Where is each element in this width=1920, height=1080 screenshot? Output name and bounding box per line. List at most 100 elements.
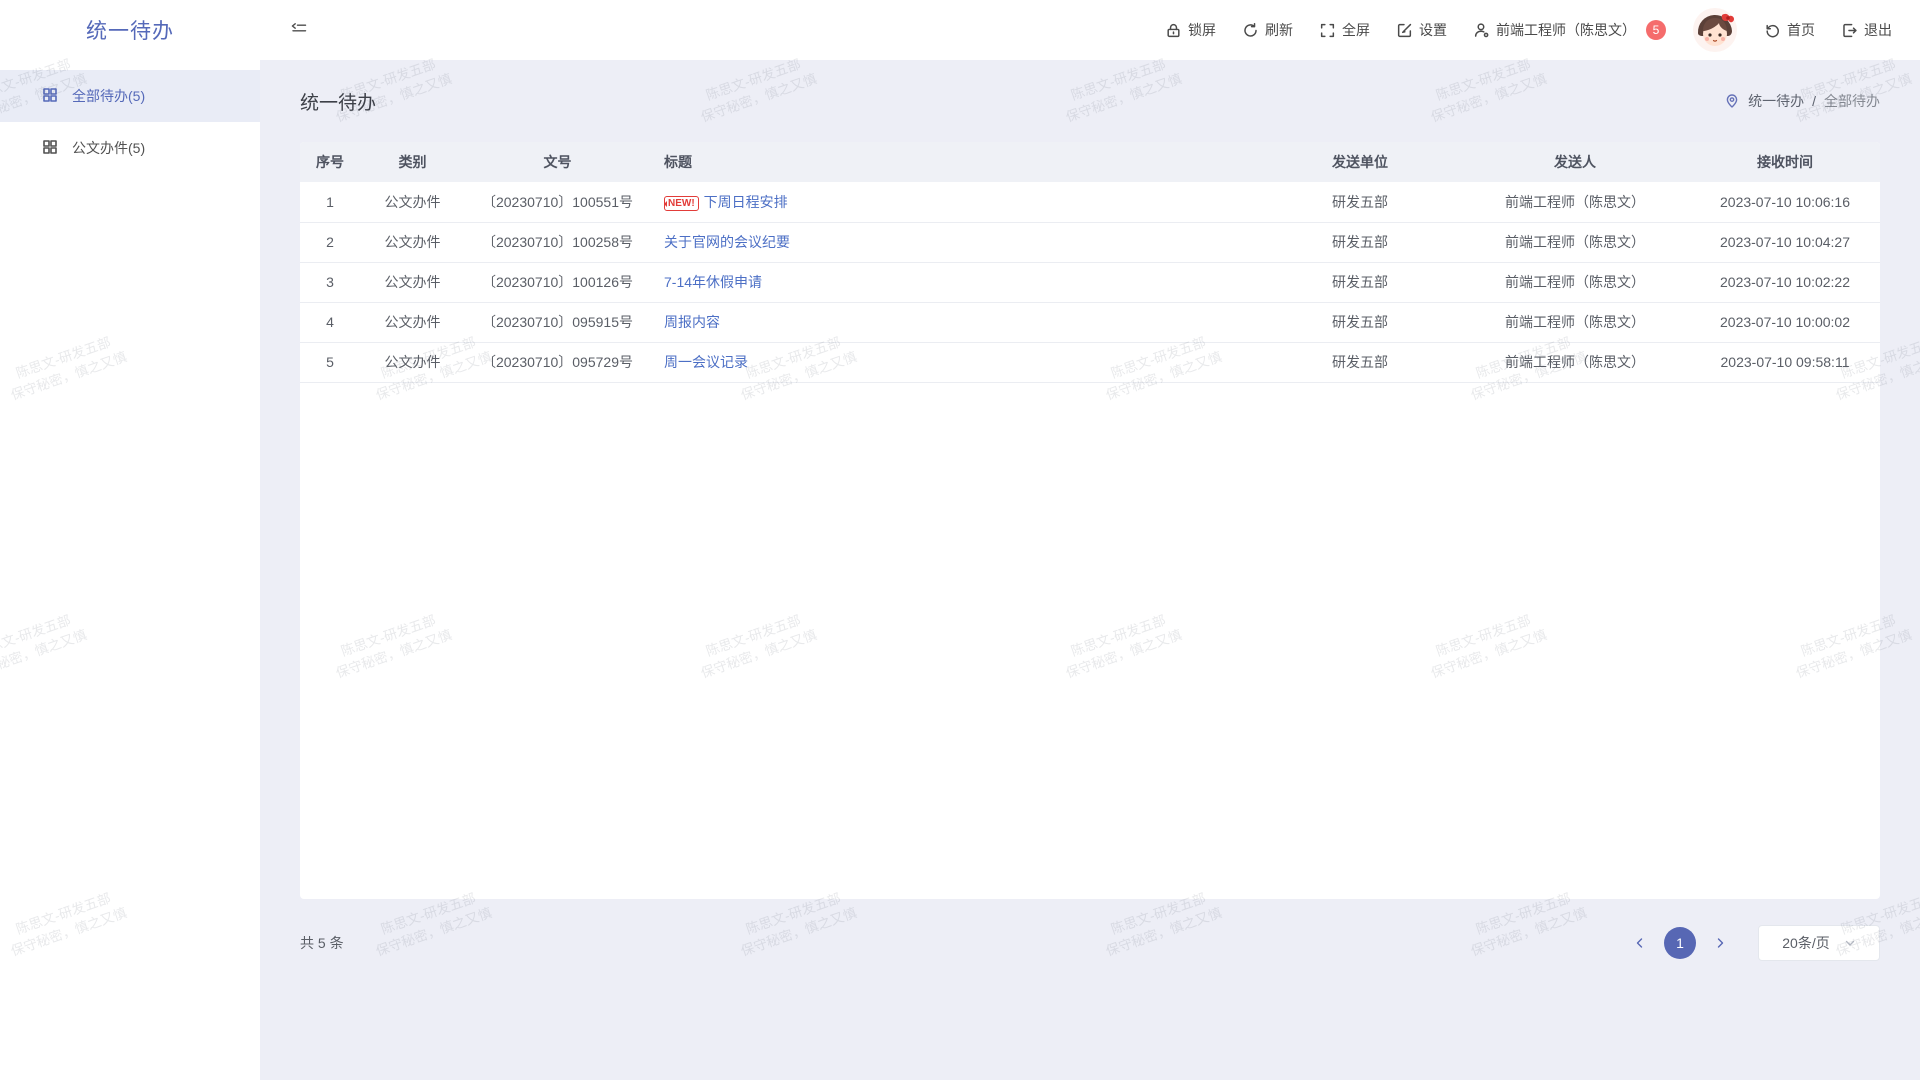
doc-title-link[interactable]: 关于官网的会议纪要 [664,234,790,250]
column-header: 标题 [650,142,1260,182]
cell-category: 公文办件 [360,342,465,382]
cell-doc-no: 〔20230710〕095729号 [465,342,650,382]
user-name: 前端工程师（陈思文） [1496,20,1636,40]
table-row: 3公文办件〔20230710〕100126号 7-14年休假申请 研发五部前端工程师… [300,262,1880,302]
cell-category: 公文办件 [360,302,465,342]
cell-sender: 前端工程师（陈思文） [1460,342,1690,382]
grid-icon [42,87,58,106]
breadcrumb-item-first[interactable]: 统一待办 [1748,91,1804,111]
cell-index: 1 [300,182,360,222]
settings-label: 设置 [1419,20,1447,40]
todo-table: 序号类别文号标题发送单位发送人接收时间 1公文办件〔20230710〕10055… [300,142,1880,383]
cell-title: 周一会议记录 [650,342,1260,382]
menu-fold-icon [290,21,308,40]
fullscreen-button[interactable]: 全屏 [1319,20,1370,40]
cell-index: 5 [300,342,360,382]
refresh-icon [1242,22,1259,39]
app-logo: 统一待办 [86,20,174,43]
breadcrumb-separator: / [1812,93,1816,109]
column-header: 发送人 [1460,142,1690,182]
doc-title-link[interactable]: 周报内容 [664,314,720,330]
cell-index: 4 [300,302,360,342]
cell-unit: 研发五部 [1260,302,1460,342]
home-label: 首页 [1787,20,1815,40]
logout-label: 退出 [1864,20,1892,40]
table-body: 1公文办件〔20230710〕100551号NEW!下周日程安排研发五部前端工程… [300,182,1880,382]
top-bar: 统一待办 锁屏 刷新 [0,0,1920,60]
header-actions: 锁屏 刷新 全屏 [1165,7,1920,53]
todo-table-card: 序号类别文号标题发送单位发送人接收时间 1公文办件〔20230710〕10055… [300,142,1880,899]
breadcrumb: 统一待办 / 全部待办 [1724,91,1880,111]
cell-title: 关于官网的会议纪要 [650,222,1260,262]
todo-count-badge: 5 [1646,20,1666,40]
main-content: 统一待办 统一待办 / 全部待办 序号类别文号标题发送单位发 [260,60,1920,1080]
cell-sender: 前端工程师（陈思文） [1460,182,1690,222]
cell-category: 公文办件 [360,222,465,262]
back-home-icon [1764,22,1781,39]
cell-doc-no: 〔20230710〕100258号 [465,222,650,262]
lock-icon [1165,22,1182,39]
table-row: 5公文办件〔20230710〕095729号周一会议记录 研发五部前端工程师（陈思… [300,342,1880,382]
logo-area: 统一待办 [0,15,260,45]
user-avatar[interactable] [1692,7,1738,53]
doc-title-link[interactable]: 下周日程安排 [704,194,788,210]
cell-title: 7-14年休假申请 [650,262,1260,302]
user-menu[interactable]: 前端工程师（陈思文） 5 [1473,20,1666,40]
user-icon [1473,22,1490,39]
refresh-button[interactable]: 刷新 [1242,20,1293,40]
grid-icon [42,139,58,158]
cell-doc-no: 〔20230710〕095915号 [465,302,650,342]
logout-icon [1841,22,1858,39]
fullscreen-icon [1319,22,1336,39]
page-number-button[interactable]: 1 [1664,927,1696,959]
sidebar-item-label: 公文办件(5) [72,138,145,158]
cell-category: 公文办件 [360,262,465,302]
lock-screen-button[interactable]: 锁屏 [1165,20,1216,40]
logout-button[interactable]: 退出 [1841,20,1892,40]
sidebar-item[interactable]: 公文办件(5) [0,122,260,174]
page-title: 统一待办 [300,88,376,115]
sidebar: 全部待办(5) 公文办件(5) [0,60,260,1080]
cell-title: NEW!下周日程安排 [650,182,1260,222]
table-row: 1公文办件〔20230710〕100551号NEW!下周日程安排研发五部前端工程… [300,182,1880,222]
cell-title: 周报内容 [650,302,1260,342]
table-row: 2公文办件〔20230710〕100258号关于官网的会议纪要研发五部前端工程师… [300,222,1880,262]
next-page-button[interactable] [1706,929,1734,957]
cell-sender: 前端工程师（陈思文） [1460,262,1690,302]
table-row: 4公文办件〔20230710〕095915号周报内容 研发五部前端工程师（陈思文）… [300,302,1880,342]
cell-category: 公文办件 [360,182,465,222]
cell-unit: 研发五部 [1260,262,1460,302]
cell-unit: 研发五部 [1260,342,1460,382]
total-count: 共 5 条 [300,933,344,953]
cell-sender: 前端工程师（陈思文） [1460,302,1690,342]
doc-title-link[interactable]: 周一会议记录 [664,354,748,370]
cell-doc-no: 〔20230710〕100126号 [465,262,650,302]
sidebar-item-label: 全部待办(5) [72,86,145,106]
table-header-row: 序号类别文号标题发送单位发送人接收时间 [300,142,1880,182]
cell-time: 2023-07-10 10:04:27 [1690,222,1880,262]
cell-time: 2023-07-10 10:06:16 [1690,182,1880,222]
page-size-value: 20条/页 [1782,933,1829,953]
column-header: 类别 [360,142,465,182]
column-header: 序号 [300,142,360,182]
settings-button[interactable]: 设置 [1396,20,1447,40]
doc-title-link[interactable]: 7-14年休假申请 [664,274,762,290]
prev-page-button[interactable] [1626,929,1654,957]
cell-unit: 研发五部 [1260,182,1460,222]
chevron-down-icon [1844,937,1856,949]
column-header: 接收时间 [1690,142,1880,182]
home-button[interactable]: 首页 [1764,20,1815,40]
breadcrumb-item-last: 全部待办 [1824,91,1880,111]
cell-doc-no: 〔20230710〕100551号 [465,182,650,222]
cell-time: 2023-07-10 09:58:11 [1690,342,1880,382]
sidebar-item[interactable]: 全部待办(5) [0,70,260,122]
page-size-select[interactable]: 20条/页 [1758,925,1880,961]
column-header: 发送单位 [1260,142,1460,182]
cell-time: 2023-07-10 10:00:02 [1690,302,1880,342]
cell-index: 3 [300,262,360,302]
cell-index: 2 [300,222,360,262]
sidebar-fold-button[interactable] [290,21,308,40]
pagination-bar: 共 5 条 1 20条/页 [300,925,1880,961]
column-header: 文号 [465,142,650,182]
fullscreen-label: 全屏 [1342,20,1370,40]
